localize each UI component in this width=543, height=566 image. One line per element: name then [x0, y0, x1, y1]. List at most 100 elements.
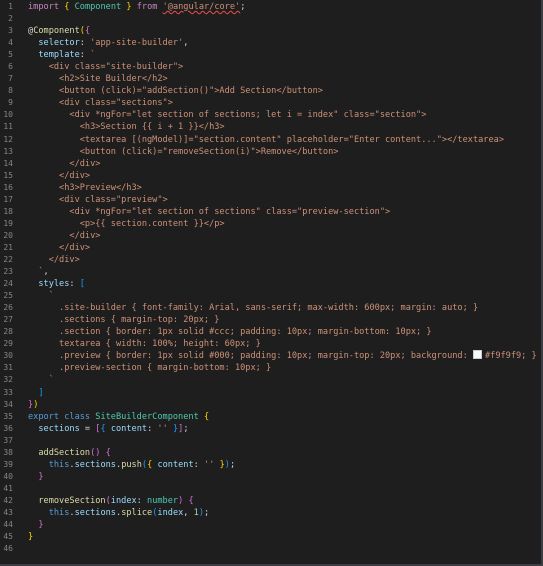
- code-token: =: [79, 423, 96, 434]
- code-token: `: [28, 291, 54, 302]
- code-token: '@angular/core': [162, 2, 241, 12]
- code-line[interactable]: 32 `: [0, 374, 541, 386]
- code-line[interactable]: 26 .site-builder { font-family: Arial, s…: [0, 302, 541, 314]
- code-line[interactable]: 9 <div class="sections">: [0, 97, 541, 109]
- code-line[interactable]: 4 selector: 'app-site-builder',: [0, 37, 541, 49]
- code-token: this: [28, 507, 70, 518]
- code-line[interactable]: 25 `: [0, 290, 541, 302]
- line-number: 5: [8, 50, 13, 60]
- code-token: }: [38, 520, 44, 531]
- line-number: 41: [3, 483, 13, 493]
- code-editor[interactable]: 1 import { Component } from '@angular/cor…: [0, 0, 543, 566]
- line-text: <h2>Site Builder</h2>: [28, 73, 168, 85]
- code-line[interactable]: 21 </div>: [0, 242, 541, 254]
- code-token: ,: [183, 507, 194, 518]
- code-line[interactable]: 11 <h3>Section {{ i + 1 }}</h3>: [0, 121, 541, 133]
- line-text: export class SiteBuilderComponent {: [28, 411, 209, 423]
- line-number: 22: [3, 254, 13, 264]
- code-line[interactable]: 2: [0, 13, 541, 25]
- code-line[interactable]: 13 <button (click)="removeSection(i)">Re…: [0, 146, 541, 158]
- code-line[interactable]: 31 .preview-section { margin-bottom: 10p…: [0, 362, 541, 374]
- line-number: 31: [3, 363, 13, 373]
- code-line[interactable]: 14 </div>: [0, 158, 541, 170]
- line-number: 39: [3, 459, 13, 469]
- line-number: 16: [3, 182, 13, 192]
- code-token: Component: [33, 26, 80, 37]
- line-text: <h3>Preview</h3>: [28, 182, 142, 194]
- code-line[interactable]: 23 `,: [0, 266, 541, 278]
- code-token: <h3>Preview</h3>: [28, 182, 142, 193]
- code-line[interactable]: 29 textarea { width: 100%; height: 60px;…: [0, 338, 541, 350]
- code-token: #f9f9f9; }: [484, 351, 537, 362]
- code-line[interactable]: 10 <div *ngFor="let section of sections;…: [0, 109, 541, 121]
- code-line[interactable]: 17 <div class="preview">: [0, 194, 541, 206]
- code-line[interactable]: 30 .preview { border: 1px solid #000; pa…: [0, 350, 541, 362]
- code-line[interactable]: 40 }: [0, 471, 541, 483]
- code-line[interactable]: 36 sections = [{ content: '' }];: [0, 423, 541, 435]
- code-line[interactable]: 6 <div class="site-builder">: [0, 61, 541, 73]
- code-token: </div>: [28, 230, 101, 241]
- code-line[interactable]: 19 <p>{{ section.content }}</p>: [0, 218, 541, 230]
- code-line[interactable]: 35 export class SiteBuilderComponent {: [0, 411, 541, 423]
- line-text: <textarea [(ngModel)]="section.content" …: [28, 134, 504, 146]
- code-line[interactable]: 45}: [0, 531, 541, 543]
- code-token: content: [105, 423, 148, 434]
- line-number: 20: [3, 230, 13, 240]
- line-number: 35: [3, 411, 13, 421]
- code-token: push: [121, 459, 142, 470]
- code-line[interactable]: 37: [0, 435, 541, 447]
- code-token: <h2>Site Builder</h2>: [28, 74, 168, 85]
- line-text: <div class="sections">: [28, 97, 173, 109]
- line-number: 28: [3, 327, 13, 337]
- code-token: </div>: [28, 242, 91, 253]
- line-number: 30: [3, 351, 13, 361]
- code-line[interactable]: 28 .section { border: 1px solid #ccc; pa…: [0, 326, 541, 338]
- code-line[interactable]: 34}): [0, 399, 541, 411]
- line-number: 2: [8, 14, 13, 24]
- code-line[interactable]: 46: [0, 543, 541, 555]
- code-line[interactable]: 39 this.sections.push({ content: '' });: [0, 459, 541, 471]
- code-line[interactable]: 33 ]: [0, 387, 541, 399]
- code-line[interactable]: 16 <h3>Preview</h3>: [0, 182, 541, 194]
- code-line[interactable]: 8 <button (click)="addSection()">Add Sec…: [0, 85, 541, 97]
- code-token: .preview { border: 1px solid #000; paddi…: [28, 351, 473, 362]
- code-line[interactable]: 42 removeSection(index: number) {: [0, 495, 541, 507]
- code-token: sections: [74, 507, 116, 518]
- code-token: number: [147, 495, 179, 506]
- code-line[interactable]: 44 }: [0, 519, 541, 531]
- line-text: <h3>Section {{ i + 1 }}</h3>: [28, 121, 225, 133]
- code-line[interactable]: 5 template: `: [0, 49, 541, 61]
- code-token: from: [131, 2, 163, 12]
- code-line[interactable]: 1 import { Component } from '@angular/cor…: [0, 1, 541, 13]
- code-token: textarea { width: 100%; height: 60px; }: [28, 339, 261, 350]
- code-line[interactable]: 41: [0, 483, 541, 495]
- code-line[interactable]: 7 <h2>Site Builder</h2>: [0, 73, 541, 85]
- line-number: 34: [3, 399, 13, 409]
- code-token: .sections { margin-top: 20px; }: [28, 315, 220, 326]
- code-line[interactable]: 24 styles: [: [0, 278, 541, 290]
- line-number: 19: [3, 218, 13, 228]
- code-line[interactable]: 18 <div *ngFor="let section of sections"…: [0, 206, 541, 218]
- code-line[interactable]: 20 </div>: [0, 230, 541, 242]
- code-line[interactable]: 38 addSection() {: [0, 447, 541, 459]
- line-text: }: [28, 471, 43, 483]
- code-token: :: [79, 38, 91, 49]
- code-token: export class: [28, 411, 96, 422]
- code-line[interactable]: 15 </div>: [0, 170, 541, 182]
- line-text: import { Component } from '@angular/core…: [28, 1, 245, 13]
- code-line[interactable]: 12 <textarea [(ngModel)]="section.conten…: [0, 134, 541, 146]
- code-token: </div>: [28, 158, 101, 169]
- line-number: 24: [3, 279, 13, 289]
- code-line[interactable]: 27 .sections { margin-top: 20px; }: [0, 314, 541, 326]
- code-token: ;: [183, 423, 189, 434]
- line-text: template: `: [28, 49, 95, 61]
- code-token: [: [79, 279, 85, 290]
- code-line[interactable]: 43 this.sections.splice(index, 1);: [0, 507, 541, 519]
- code-lines[interactable]: 1 import { Component } from '@angular/cor…: [0, 1, 541, 555]
- code-line[interactable]: 3 @Component({: [0, 25, 541, 37]
- code-line[interactable]: 22 </div>: [0, 254, 541, 266]
- color-swatch-icon[interactable]: [472, 350, 482, 360]
- code-token: <button (click)="addSection()">Add Secti…: [28, 86, 323, 97]
